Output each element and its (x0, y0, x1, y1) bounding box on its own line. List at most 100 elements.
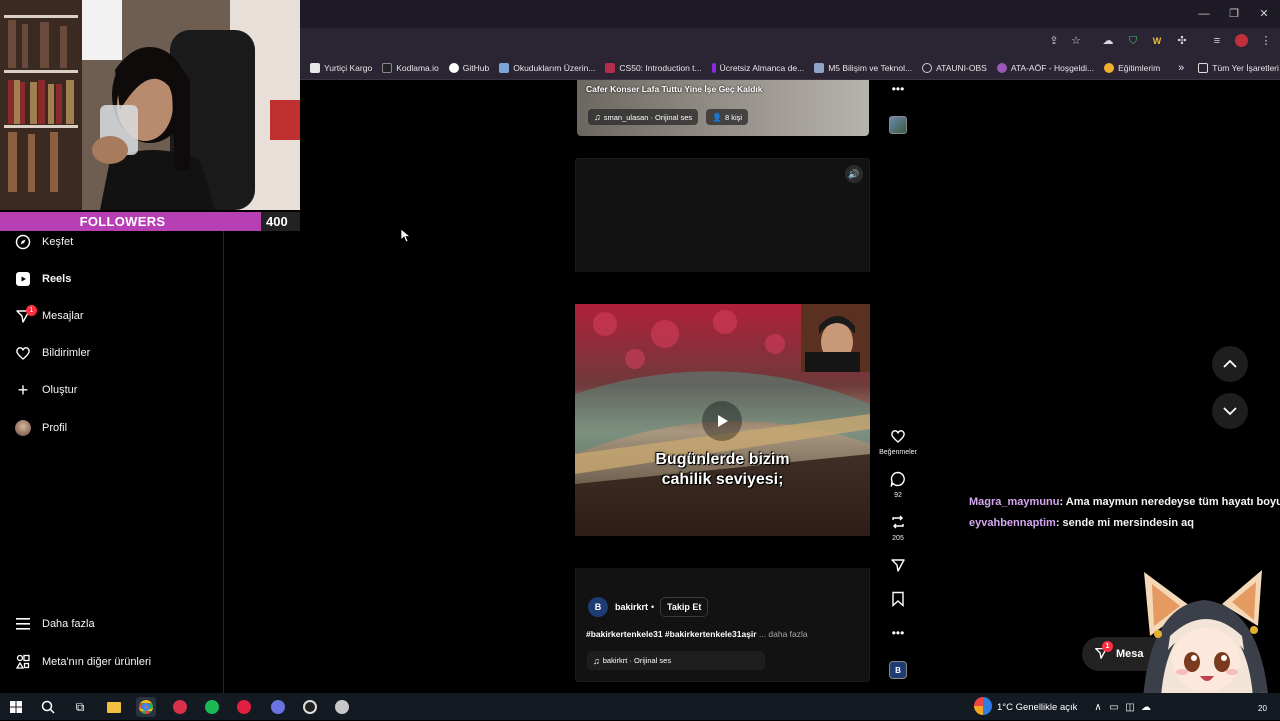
profile-avatar-icon[interactable] (1234, 34, 1248, 48)
browser-menu-icon[interactable]: ⋮ (1259, 34, 1273, 48)
sidebar-item-label: Bildirimler (42, 347, 91, 359)
weather-icon[interactable] (974, 697, 992, 715)
app-red-2-icon[interactable] (234, 697, 254, 717)
bookmark-item[interactable]: Okuduklarım Üzerin... (499, 62, 595, 73)
file-explorer-icon[interactable] (104, 697, 124, 717)
comment-icon (878, 471, 918, 492)
sound-toggle-icon[interactable]: 🔊 (845, 165, 863, 183)
chevron-up-icon (1223, 359, 1237, 368)
person-icon: 👤 (712, 112, 722, 122)
spotify-icon[interactable] (202, 697, 222, 717)
author-username[interactable]: bakirkrt (615, 602, 648, 612)
bookmark-item[interactable]: Kodlama.io (382, 62, 439, 73)
sidebar-item-reels[interactable]: Reels (14, 267, 71, 291)
weather-status[interactable]: 1°C Genellikle açık (997, 702, 1077, 713)
sidebar-item-label: Profil (42, 422, 68, 434)
previous-reel-people-tag[interactable]: 👤 8 kişi (706, 109, 749, 125)
sidebar-item-profile[interactable]: Profil (14, 416, 67, 440)
task-view-icon[interactable]: ⧉ (70, 697, 90, 717)
chat-text: : Ama maymun neredeyse tüm hayatı boyunc… (1059, 496, 1280, 508)
bookmark-favicon-icon (605, 62, 616, 73)
app-red-icon[interactable] (170, 697, 190, 717)
repost-action[interactable]: 205 (878, 514, 918, 542)
media-queue-icon[interactable]: ≡ (1210, 34, 1224, 48)
chat-message: Magra_maymunu: Ama maymun neredeyse tüm … (969, 496, 1280, 508)
followers-goal-label: FOLLOWERS (79, 214, 166, 229)
extension-shield-icon[interactable]: ⛉ (1126, 34, 1140, 48)
next-reel-button[interactable] (1212, 393, 1248, 429)
comment-action[interactable]: 92 (878, 471, 918, 499)
extensions-puzzle-icon[interactable]: ✣ (1175, 34, 1189, 48)
extension-w-icon[interactable]: W (1150, 34, 1164, 48)
chat-username: eyvahbennaptim (969, 517, 1056, 529)
hashtags[interactable]: #bakirkertenkele31 #bakirkertenkele31aşi… (586, 629, 757, 639)
reel-subtitle: Bugünlerde bizim cahilik seviyesi; (655, 451, 790, 488)
author-avatar[interactable]: B (588, 597, 608, 617)
sidebar-item-label: Oluştur (42, 384, 78, 396)
chat-message: eyvahbennaptim: sende mi mersindesin aq (969, 517, 1194, 529)
bookmark-item[interactable]: Yurtiçi Kargo (310, 62, 372, 73)
mouse-cursor-icon (400, 228, 412, 248)
all-bookmarks-button[interactable]: Tüm Yer İşaretleri (1198, 62, 1279, 73)
close-window-icon[interactable]: ✕ (1256, 6, 1272, 22)
sidebar-item-meta-products[interactable]: Meta'nın diğer ürünleri (14, 650, 151, 674)
notification-badge: 1 (1102, 640, 1113, 652)
menu-icon (14, 615, 32, 633)
previous-reel-audio-thumbnail[interactable] (889, 116, 907, 134)
play-icon (718, 415, 728, 427)
bookmark-item[interactable]: CS50: Introduction t... (605, 62, 702, 73)
chat-text: : sende mi mersindesin aq (1055, 517, 1194, 529)
chat-username: Magra_maymunu (969, 496, 1060, 508)
chrome-taskbar-icon[interactable] (136, 697, 156, 717)
search-icon[interactable] (38, 697, 58, 717)
tray-cloud-icon[interactable]: ☁ (1136, 697, 1156, 717)
sidebar-item-explore[interactable]: Keşfet (14, 230, 73, 254)
windows-start-icon[interactable] (6, 697, 26, 717)
obs-icon[interactable] (300, 697, 320, 717)
clock[interactable]: 20 (1258, 704, 1267, 713)
sidebar-item-label: Reels (42, 273, 72, 285)
avatar-icon (14, 419, 32, 437)
follow-button[interactable]: Takip Et (660, 597, 709, 617)
previous-reel-audio[interactable]: ♫ sman_ulasan · Orijinal ses (588, 109, 699, 125)
app-grey-icon[interactable] (332, 697, 352, 717)
bookmark-star-icon[interactable]: ☆ (1069, 34, 1083, 48)
messenger-icon: 1 (1094, 640, 1113, 663)
restore-icon[interactable]: ❐ (1226, 6, 1242, 22)
bookmark-item[interactable]: GitHub (448, 62, 489, 73)
sidebar-item-label: Mesajlar (42, 310, 84, 322)
sidebar-item-more[interactable]: Daha fazla (14, 612, 95, 636)
extension-cloud-icon[interactable]: ☁ (1101, 34, 1115, 48)
more-options-icon[interactable]: ••• (888, 82, 908, 96)
reel-audio[interactable]: ♫ bakirkrt · Orijinal ses (587, 651, 765, 670)
discord-icon[interactable] (268, 697, 288, 717)
separator-dot: • (651, 602, 655, 612)
more-caption-link[interactable]: ... daha fazla (759, 629, 808, 639)
bookmark-favicon-icon (382, 62, 393, 73)
sidebar-item-messages[interactable]: 1 Mesajlar (14, 304, 84, 328)
sidebar-item-label: Daha fazla (42, 618, 95, 630)
more-options-icon[interactable]: ••• (888, 626, 908, 640)
share-action[interactable] (878, 557, 918, 578)
bookmark-item[interactable]: Ücretsiz Almanca de... (711, 62, 804, 73)
like-action[interactable]: Beğenmeler (878, 428, 918, 456)
bookmark-item[interactable]: ATAUNI-OBS (922, 62, 987, 73)
sidebar-item-create[interactable]: + Oluştur (14, 378, 78, 402)
bookmark-item[interactable]: ATA-AÖF - Hoşgeldi... (996, 62, 1094, 73)
webcam-overlay (0, 0, 300, 210)
bookmark-favicon-icon (996, 62, 1007, 73)
sidebar-item-label: Meta'nın diğer ürünleri (42, 656, 152, 668)
repost-count: 205 (892, 535, 904, 542)
play-button[interactable] (702, 401, 742, 441)
reel-audio-thumbnail[interactable]: B (889, 661, 907, 679)
minimize-icon[interactable]: — (1196, 6, 1212, 22)
github-icon (448, 62, 459, 73)
previous-reel-button[interactable] (1212, 346, 1248, 382)
save-action[interactable] (878, 591, 918, 612)
reels-icon (14, 270, 32, 288)
install-app-icon[interactable]: ⇪ (1047, 34, 1061, 48)
sidebar-item-notifications[interactable]: Bildirimler (14, 341, 90, 365)
bookmark-item[interactable]: Eğitimlerim (1104, 62, 1160, 73)
bookmark-item[interactable]: M5 Bilişim ve Teknol... (814, 62, 912, 73)
more-bookmarks-button[interactable]: » (1178, 62, 1184, 74)
